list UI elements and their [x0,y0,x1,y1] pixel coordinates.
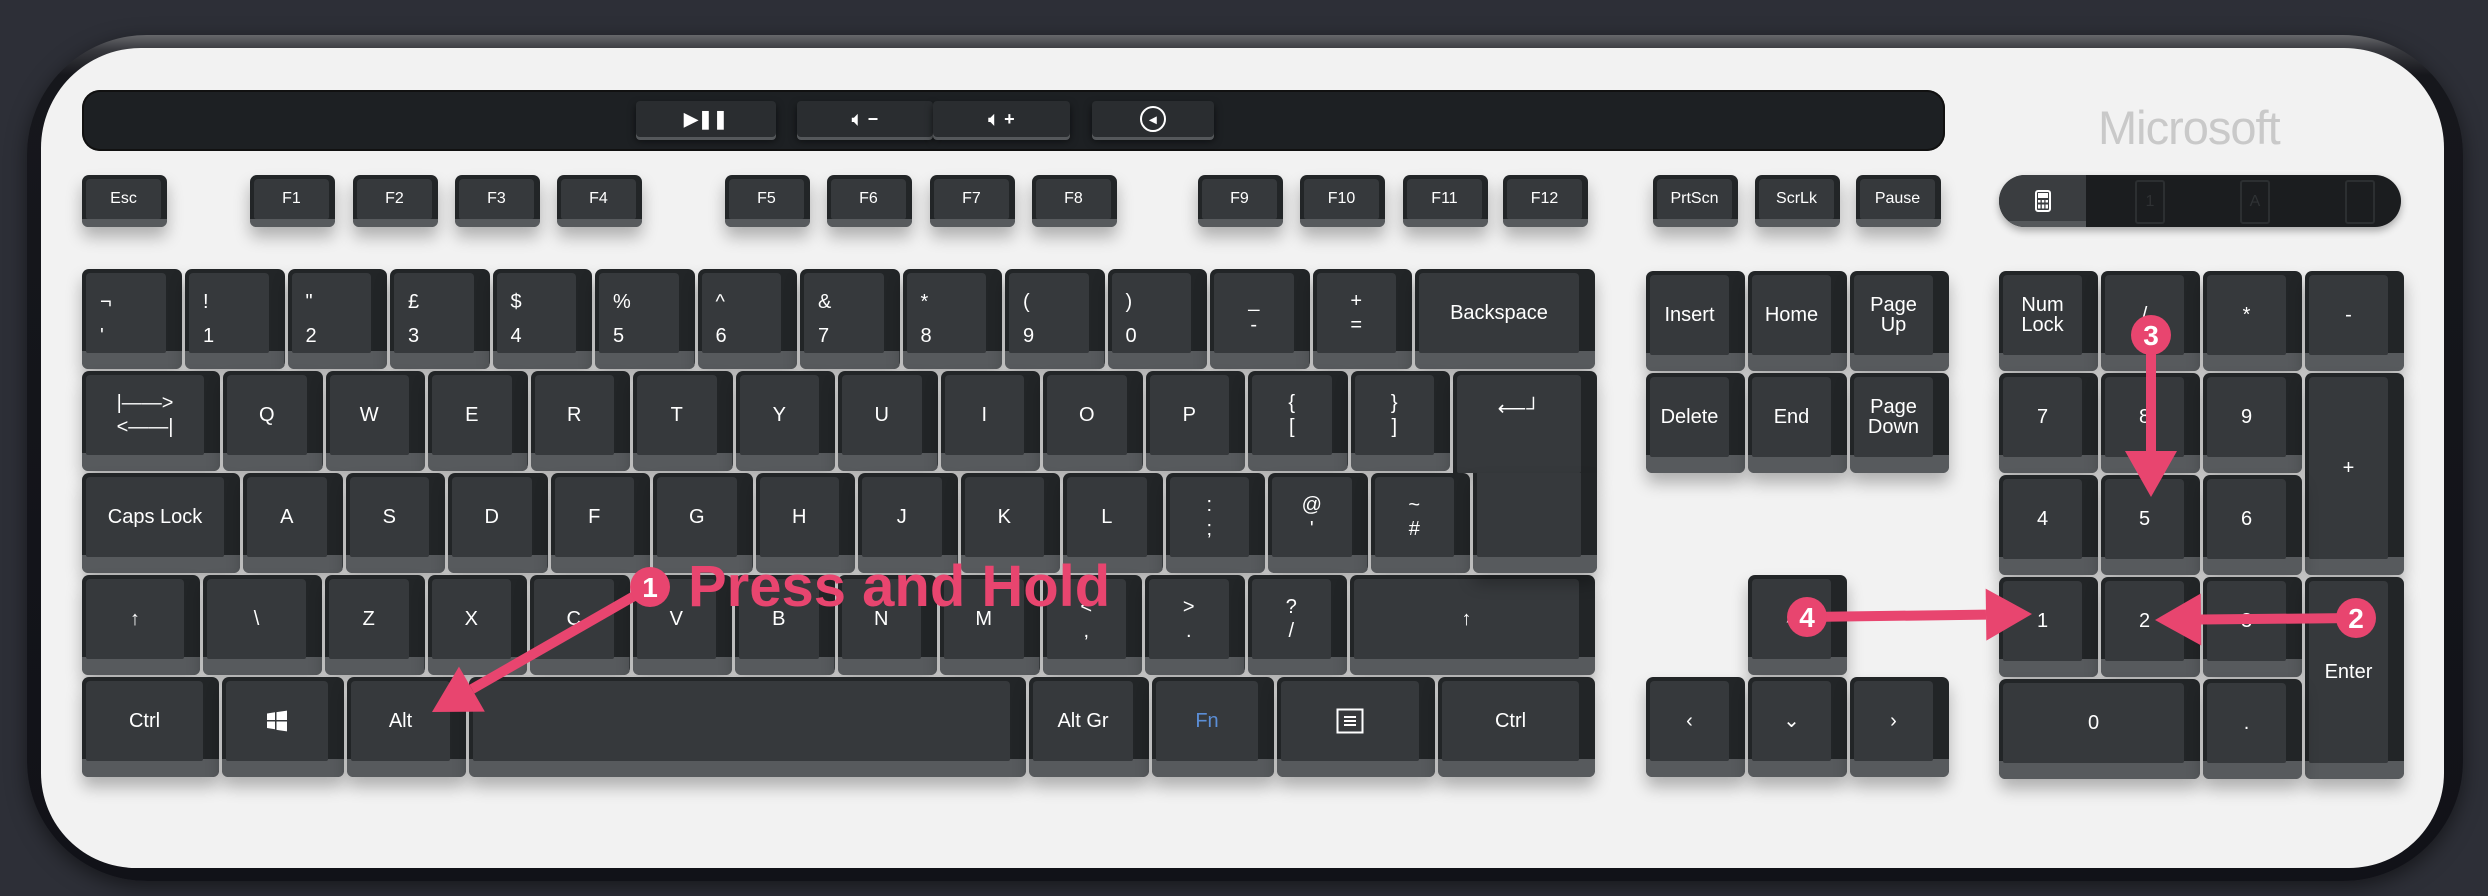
step-3-arrow-head [2125,451,2177,497]
step-4-arrow-head [1985,588,2032,641]
step-4-number: 4 [1799,602,1815,633]
step-4-arrow-line [1806,609,1987,622]
annotation-layer: 1 2 3 4 Press and Hold [432,315,2376,712]
step-1-arrow-line [469,582,653,694]
step-2-arrow-line [2200,613,2357,625]
step-2-arrow-head [2155,593,2202,646]
step-2-number: 2 [2348,603,2364,634]
step-3-number: 3 [2143,320,2159,351]
step-1-label: Press and Hold [688,554,1110,619]
step-1-number: 1 [642,572,658,603]
